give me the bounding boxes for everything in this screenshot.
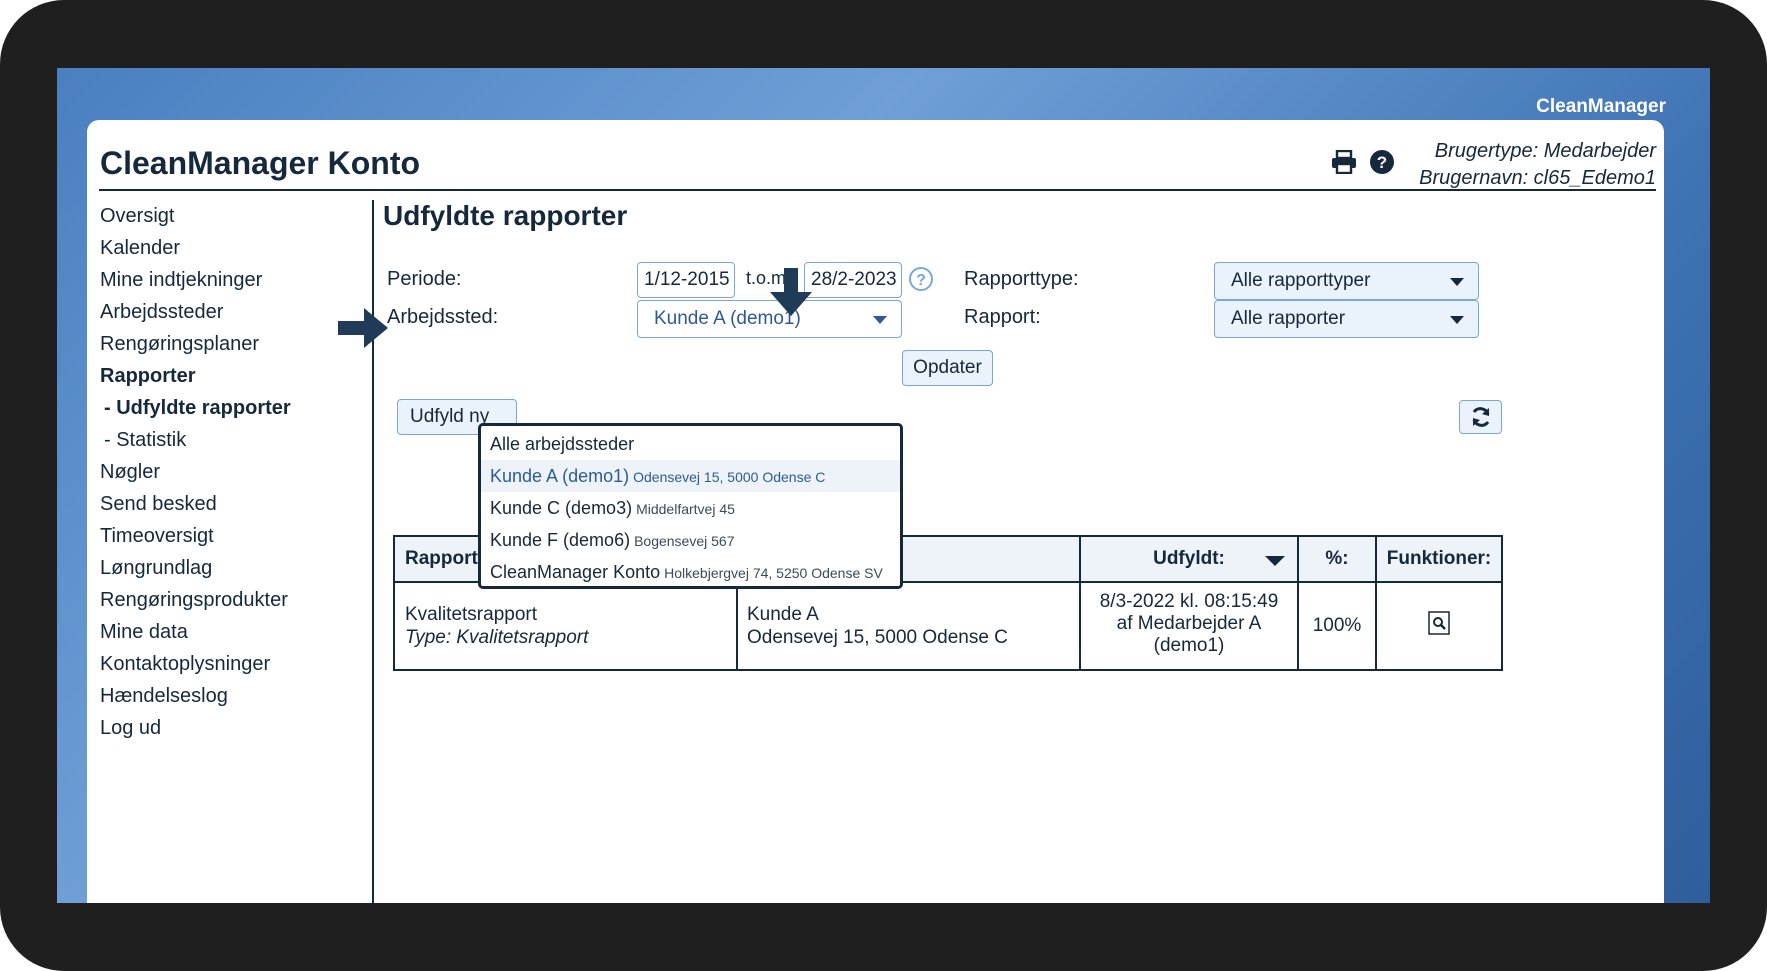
dropdown-option-kunde-a[interactable]: Kunde A (demo1) Odensevej 15, 5000 Odense… [481, 460, 900, 492]
sidebar: Oversigt Kalender Mine indtjekninger Arb… [100, 200, 360, 744]
sidebar-item-noegler[interactable]: Nøgler [100, 456, 360, 488]
arrow-right-icon [338, 306, 390, 355]
sidebar-item-arbejdssteder[interactable]: Arbejdssteder [100, 296, 360, 328]
option-name: Alle arbejdssteder [490, 434, 635, 454]
header-icons: ? [1330, 148, 1396, 176]
filled-cell: 8/3-2022 kl. 08:15:49 af Medarbejder A (… [1081, 583, 1299, 669]
user-info: Brugertype: Medarbejder Brugernavn: cl65… [1419, 138, 1656, 192]
help-circle-icon[interactable]: ? [908, 266, 934, 297]
rapporttype-select-value: Alle rapporttyper [1231, 270, 1371, 291]
print-icon[interactable] [1330, 148, 1358, 176]
sidebar-item-mine-indtjekninger[interactable]: Mine indtjekninger [100, 264, 360, 296]
main-content: Udfyldte rapporter Periode: 1/12-2015 t.… [338, 200, 1652, 903]
section-title: Udfyldte rapporter [383, 200, 628, 231]
user-type: Brugertype: Medarbejder [1434, 140, 1656, 162]
filled-by-id: (demo1) [1153, 635, 1225, 656]
refresh-icon [1472, 407, 1489, 427]
sidebar-item-rengoeringsplaner[interactable]: Rengøringsplaner [100, 328, 360, 360]
dropdown-option-kunde-c[interactable]: Kunde C (demo3) Middelfartvej 45 [481, 492, 900, 524]
filled-by: af Medarbejder A [1116, 613, 1262, 634]
sidebar-item-loengrundlag[interactable]: Løngrundlag [100, 552, 360, 584]
date-from-input[interactable]: 1/12-2015 [637, 262, 735, 298]
percent-cell: 100% [1299, 583, 1377, 669]
report-name: Kvalitetsrapport [405, 604, 538, 625]
user-name: Brugernavn: cl65_Edemo1 [1419, 167, 1656, 189]
dropdown-option-kunde-f[interactable]: Kunde F (demo6) Bogensevej 567 [481, 524, 900, 556]
sidebar-item-haendelseslog[interactable]: Hændelseslog [100, 680, 360, 712]
table-row[interactable]: Kvalitetsrapport Type: Kvalitetsrapport … [395, 583, 1501, 669]
device-frame: CleanManager CleanManager Konto ? Bruger… [0, 0, 1767, 971]
arrow-down-icon [768, 268, 814, 323]
sidebar-item-oversigt[interactable]: Oversigt [100, 200, 360, 232]
chevron-down-icon [873, 316, 887, 324]
sidebar-item-rapporter[interactable]: Rapporter [100, 360, 360, 392]
arbejdssted-dropdown-list: Alle arbejdssteder Kunde A (demo1) Odense… [478, 423, 903, 589]
header-percent[interactable]: %: [1299, 537, 1377, 581]
magnifier-icon[interactable] [1428, 611, 1450, 641]
option-address: Holkebjergvej 74, 5250 Odense SV [664, 565, 883, 581]
sidebar-item-kontaktoplysninger[interactable]: Kontaktoplysninger [100, 648, 360, 680]
chevron-down-icon [1450, 316, 1464, 324]
svg-text:?: ? [916, 272, 926, 289]
option-name: Kunde F (demo6) [490, 530, 631, 550]
header-udfyldt-label: Udfyldt: [1153, 548, 1225, 569]
sidebar-item-send-besked[interactable]: Send besked [100, 488, 360, 520]
sidebar-item-udfyldte-rapporter[interactable]: - Udfyldte rapporter [100, 392, 360, 424]
header-funktioner: Funktioner: [1386, 548, 1492, 569]
app-window: CleanManager Konto ? Brugertype: Medarbe… [87, 120, 1664, 903]
report-cell: Kvalitetsrapport Type: Kvalitetsrapport [395, 583, 738, 669]
option-name: Kunde C (demo3) [490, 498, 633, 518]
sort-desc-icon[interactable] [1265, 556, 1285, 566]
option-address: Odensevej 15, 5000 Odense C [633, 469, 826, 485]
option-address: Bogensevej 567 [634, 533, 735, 549]
option-name: Kunde A (demo1) [490, 466, 630, 486]
sidebar-item-timeoversigt[interactable]: Timeoversigt [100, 520, 360, 552]
header-divider [99, 189, 1656, 191]
page-title: CleanManager Konto [100, 145, 421, 181]
option-name: CleanManager Konto [490, 562, 661, 582]
functions-cell [1377, 583, 1501, 669]
chevron-down-icon [1450, 278, 1464, 286]
rapport-select-value: Alle rapporter [1231, 308, 1346, 329]
rapporttype-label: Rapporttype: [964, 268, 1079, 290]
sidebar-item-rengoeringsprodukter[interactable]: Rengøringsprodukter [100, 584, 360, 616]
filled-date: 8/3-2022 kl. 08:15:49 [1099, 591, 1279, 612]
date-to-input[interactable]: 28/2-2023 [804, 262, 902, 298]
sidebar-item-mine-data[interactable]: Mine data [100, 616, 360, 648]
svg-text:?: ? [1377, 153, 1387, 172]
dropdown-option-cleanmanager-konto[interactable]: CleanManager Konto Holkebjergvej 74, 5250… [481, 556, 900, 588]
report-type: Type: Kvalitetsrapport [405, 627, 589, 648]
arbejdssted-label: Arbejdssted: [387, 306, 499, 328]
location-name: Kunde A [747, 604, 819, 625]
brand-label: CleanManager [1536, 96, 1666, 117]
app-screen: CleanManager CleanManager Konto ? Bruger… [57, 68, 1710, 903]
rapport-select[interactable]: Alle rapporter [1214, 300, 1479, 338]
refresh-button[interactable] [1459, 400, 1502, 434]
update-button[interactable]: Opdater [902, 350, 993, 386]
rapport-label: Rapport: [964, 306, 1041, 328]
location-cell: Kunde A Odensevej 15, 5000 Odense C [738, 583, 1081, 669]
sidebar-item-log-ud[interactable]: Log ud [100, 712, 360, 744]
periode-label: Periode: [387, 268, 462, 290]
location-address: Odensevej 15, 5000 Odense C [747, 627, 1008, 648]
sidebar-item-kalender[interactable]: Kalender [100, 232, 360, 264]
sidebar-item-statistik[interactable]: - Statistik [100, 424, 360, 456]
dropdown-option-alle[interactable]: Alle arbejdssteder [481, 428, 900, 460]
header-udfyldt[interactable]: Udfyldt: [1081, 537, 1299, 581]
rapporttype-select[interactable]: Alle rapporttyper [1214, 262, 1479, 300]
option-address: Middelfartvej 45 [636, 501, 735, 517]
help-icon[interactable]: ? [1368, 148, 1396, 176]
